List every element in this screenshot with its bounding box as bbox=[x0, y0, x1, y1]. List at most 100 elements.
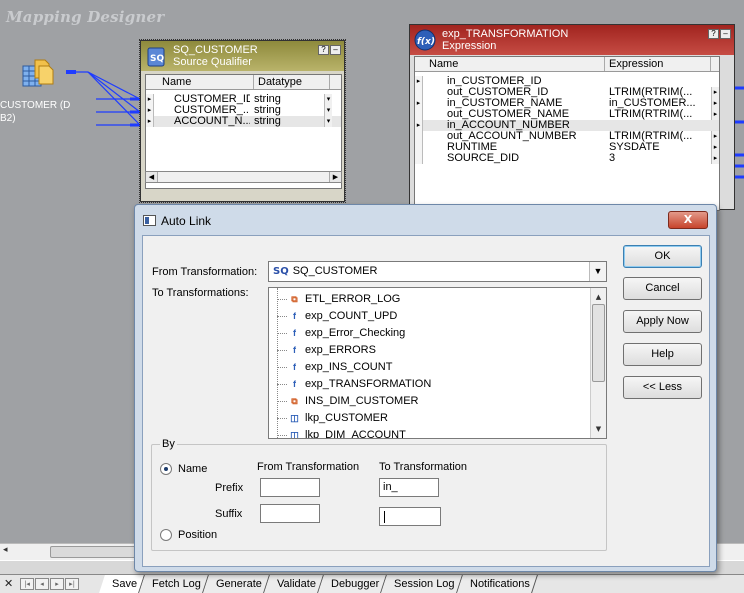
col-datatype-header: Datatype bbox=[254, 75, 330, 89]
scroll-left-icon[interactable]: ◂ bbox=[3, 545, 8, 555]
dropdown-icon[interactable]: ▾ bbox=[324, 116, 332, 127]
expression-editor-icon[interactable]: ▸ bbox=[711, 131, 719, 142]
port-name: in_CUSTOMER_ID bbox=[447, 76, 542, 87]
list-item-label: exp_Error_Checking bbox=[305, 327, 406, 339]
list-item[interactable]: f exp_COUNT_UPD bbox=[269, 308, 589, 324]
source-qualifier-transformation[interactable]: SQ SQ_CUSTOMER Source Qualifier ? – Name… bbox=[139, 39, 346, 203]
sq-header[interactable]: SQ SQ_CUSTOMER Source Qualifier ? – bbox=[141, 41, 344, 71]
port-row[interactable]: out_CUSTOMER_NAME LTRIM(RTRIM(... ▸ bbox=[415, 109, 719, 120]
list-vertical-scrollbar[interactable]: ▲ ▼ bbox=[590, 288, 606, 438]
port-row[interactable]: ▸ CUSTOMER_ID string ▾ bbox=[146, 94, 341, 105]
ok-button[interactable]: OK bbox=[623, 245, 702, 268]
list-item[interactable]: f exp_TRANSFORMATION bbox=[269, 376, 589, 392]
row-selector-icon[interactable]: ▸ bbox=[146, 94, 154, 105]
suffix-to-field[interactable] bbox=[379, 507, 441, 526]
scroll-thumb[interactable] bbox=[50, 546, 140, 558]
expression-editor-icon[interactable]: ▸ bbox=[711, 87, 719, 98]
sq-horizontal-scrollbar[interactable]: ◀ ▶ bbox=[145, 171, 342, 183]
tab-generate[interactable]: Generate bbox=[203, 575, 270, 593]
list-item[interactable]: ⧉ INS_DIM_CUSTOMER bbox=[269, 393, 589, 409]
tab-validate[interactable]: Validate bbox=[263, 575, 324, 593]
port-row[interactable]: ▸ in_ACCOUNT_NUMBER bbox=[415, 120, 719, 131]
list-item[interactable]: f exp_Error_Checking bbox=[269, 325, 589, 341]
port-row[interactable]: out_CUSTOMER_ID LTRIM(RTRIM(... ▸ bbox=[415, 87, 719, 98]
list-item[interactable]: f exp_INS_COUNT bbox=[269, 359, 589, 375]
exp-ports-grid[interactable]: Name Expression ▸ in_CUSTOMER_ID out_CUS… bbox=[414, 56, 720, 211]
close-icon[interactable]: X bbox=[668, 211, 708, 229]
help-button[interactable]: Help bbox=[623, 343, 702, 366]
position-radio[interactable] bbox=[160, 529, 172, 541]
tab-debugger[interactable]: Debugger bbox=[317, 575, 388, 593]
help-icon[interactable]: ? bbox=[318, 45, 329, 55]
expression-editor-icon[interactable]: ▸ bbox=[711, 142, 719, 153]
port-row[interactable]: out_ACCOUNT_NUMBER LTRIM(RTRIM(... ▸ bbox=[415, 131, 719, 142]
row-selector-icon[interactable]: ▸ bbox=[146, 116, 154, 127]
list-item[interactable]: ◫ lkp_DIM_ACCOUNT bbox=[269, 427, 589, 439]
scroll-thumb[interactable] bbox=[592, 304, 605, 382]
row-selector-icon[interactable]: ▸ bbox=[146, 105, 154, 116]
expression-editor-icon[interactable]: ▸ bbox=[711, 153, 719, 164]
tab-fetch-log[interactable]: Fetch Log bbox=[139, 575, 209, 593]
close-output-icon[interactable]: ✕ bbox=[4, 577, 13, 590]
auto-link-dialog[interactable]: Auto Link X From Transformation: SQ SQ_CU… bbox=[134, 204, 717, 572]
port-name: in_CUSTOMER_NAME bbox=[447, 98, 563, 109]
dropdown-icon[interactable]: ▾ bbox=[324, 105, 332, 116]
list-item[interactable]: ⧉ ETL_ERROR_LOG bbox=[269, 291, 589, 307]
tab-session-log[interactable]: Session Log bbox=[381, 575, 463, 593]
minimize-icon[interactable]: – bbox=[330, 45, 341, 55]
suffix-from-field[interactable] bbox=[260, 504, 320, 523]
less-button[interactable]: << Less bbox=[623, 376, 702, 399]
minimize-icon[interactable]: – bbox=[720, 29, 731, 39]
apply-now-button[interactable]: Apply Now bbox=[623, 310, 702, 333]
lookup-icon: ◫ bbox=[290, 430, 299, 439]
scroll-down-icon[interactable]: ▼ bbox=[591, 422, 606, 436]
last-tab-icon[interactable]: ▸| bbox=[65, 578, 79, 590]
col-name-header: Name bbox=[158, 75, 254, 89]
to-transformations-list[interactable]: ⧉ ETL_ERROR_LOG f exp_COUNT_UPD f exp_Error_C… bbox=[268, 287, 607, 439]
list-item-label: exp_INS_COUNT bbox=[305, 361, 393, 373]
prefix-to-field[interactable]: in_ bbox=[379, 478, 439, 497]
list-item[interactable]: f exp_ERRORS bbox=[269, 342, 589, 358]
row-selector-icon[interactable]: ▸ bbox=[415, 76, 423, 87]
source-label: CUSTOMER (D B2) bbox=[0, 99, 70, 125]
next-tab-icon[interactable]: ▸ bbox=[50, 578, 64, 590]
port-row[interactable]: ▸ in_CUSTOMER_NAME in_CUSTOMER... ▸ bbox=[415, 98, 719, 109]
port-expression bbox=[605, 76, 711, 87]
target-icon: ⧉ bbox=[291, 396, 298, 406]
name-radio[interactable] bbox=[160, 463, 172, 475]
row-selector-icon[interactable]: ▸ bbox=[415, 98, 423, 109]
tab-save[interactable]: Save bbox=[99, 575, 146, 593]
col-name-header: Name bbox=[425, 57, 605, 71]
source-table-icon[interactable] bbox=[22, 58, 56, 90]
dialog-body: From Transformation: SQ SQ_CUSTOMER ▼ To … bbox=[142, 235, 710, 567]
expression-editor-icon[interactable]: ▸ bbox=[711, 98, 719, 109]
from-transformation-select[interactable]: SQ SQ_CUSTOMER ▼ bbox=[268, 261, 607, 282]
prev-tab-icon[interactable]: ◂ bbox=[35, 578, 49, 590]
cancel-button[interactable]: Cancel bbox=[623, 277, 702, 300]
first-tab-icon[interactable]: |◂ bbox=[20, 578, 34, 590]
exp-header[interactable]: f(x) exp_TRANSFORMATION Expression ? – bbox=[410, 25, 734, 55]
chevron-down-icon[interactable]: ▼ bbox=[589, 262, 606, 281]
port-name: ACCOUNT_N... bbox=[174, 116, 250, 127]
row-selector-icon[interactable]: ▸ bbox=[415, 120, 423, 131]
port-row[interactable]: ▸ ACCOUNT_N... string ▾ bbox=[146, 116, 341, 127]
port-row[interactable]: SOURCE_DID 3 ▸ bbox=[415, 153, 719, 164]
dropdown-icon[interactable]: ▾ bbox=[324, 94, 332, 105]
by-groupbox: By Name From Transformation To Transform… bbox=[151, 438, 607, 551]
expression-editor-icon[interactable]: ▸ bbox=[711, 109, 719, 120]
help-icon[interactable]: ? bbox=[708, 29, 719, 39]
port-row[interactable]: RUNTIME SYSDATE ▸ bbox=[415, 142, 719, 153]
dialog-title: Auto Link bbox=[161, 214, 212, 228]
tab-notifications[interactable]: Notifications bbox=[456, 575, 538, 593]
scroll-right-icon[interactable]: ▶ bbox=[329, 172, 341, 182]
expression-transformation[interactable]: f(x) exp_TRANSFORMATION Expression ? – N… bbox=[409, 24, 735, 211]
from-transformation-value: SQ_CUSTOMER bbox=[292, 265, 378, 277]
port-expression: LTRIM(RTRIM(... bbox=[609, 131, 693, 142]
scroll-up-icon[interactable]: ▲ bbox=[591, 290, 606, 304]
sq-subtitle: Source Qualifier bbox=[173, 56, 252, 68]
port-row[interactable]: ▸ CUSTOMER_... string ▾ bbox=[146, 105, 341, 116]
scroll-left-icon[interactable]: ◀ bbox=[146, 172, 158, 182]
port-row[interactable]: ▸ in_CUSTOMER_ID bbox=[415, 76, 719, 87]
prefix-from-field[interactable] bbox=[260, 478, 320, 497]
list-item[interactable]: ◫ lkp_CUSTOMER bbox=[269, 410, 589, 426]
